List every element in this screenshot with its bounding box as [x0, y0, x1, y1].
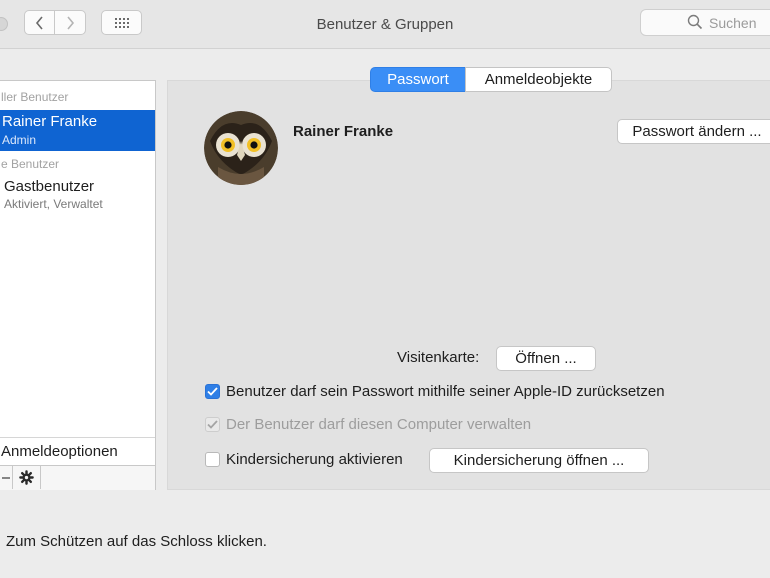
user-item-guest[interactable]: Gastbenutzer Aktiviert, Verwaltet — [0, 175, 155, 213]
login-options-label: Anmeldeoptionen — [1, 443, 118, 460]
open-contact-card-button[interactable]: Öffnen ... — [496, 346, 596, 371]
user-name: Rainer Franke — [2, 113, 98, 130]
parental-controls-label: Kindersicherung aktivieren — [226, 451, 403, 468]
tab-anmeldeobjekte[interactable]: Anmeldeobjekte — [465, 67, 612, 92]
search-icon — [687, 14, 703, 30]
user-avatar[interactable] — [204, 111, 278, 185]
contact-card-label: Visitenkarte: — [397, 349, 480, 366]
owl-avatar-image — [204, 111, 278, 185]
parental-controls-checkbox[interactable] — [205, 452, 220, 467]
user-name-heading: Rainer Franke — [293, 123, 394, 140]
admin-checkbox[interactable] — [205, 417, 220, 432]
user-item-rainer-franke[interactable]: Rainer Franke Admin — [0, 110, 155, 151]
search-placeholder: Suchen — [709, 15, 757, 31]
gear-icon — [19, 470, 34, 485]
group-header-current: ller Benutzer — [1, 90, 69, 104]
group-header-other: e Benutzer — [1, 157, 60, 171]
remove-user-button[interactable] — [0, 466, 13, 489]
login-options-item[interactable]: Anmeldeoptionen — [0, 437, 155, 468]
reset-password-checkbox[interactable] — [205, 384, 220, 399]
tab-passwort[interactable]: Passwort — [370, 67, 466, 92]
checkmark-icon — [207, 387, 218, 396]
action-menu-button[interactable] — [13, 466, 41, 489]
user-role: Admin — [2, 133, 37, 147]
lock-hint-text: Zum Schützen auf das Schloss klicken. — [6, 533, 267, 550]
guest-status: Aktiviert, Verwaltet — [4, 197, 103, 211]
change-password-button[interactable]: Passwort ändern ... — [617, 119, 770, 144]
reset-password-label: Benutzer darf sein Passwort mithilfe sei… — [226, 383, 665, 400]
search-field[interactable]: Suchen — [640, 9, 770, 36]
minus-icon — [1, 476, 10, 479]
toolbar: Benutzer & Gruppen Suchen — [0, 0, 770, 49]
open-parental-controls-button[interactable]: Kindersicherung öffnen ... — [429, 448, 649, 473]
user-list-sidebar: ller Benutzer Rainer Franke Admin e Benu… — [0, 80, 156, 490]
guest-name: Gastbenutzer — [4, 178, 95, 195]
checkmark-icon — [207, 420, 218, 429]
admin-label: Der Benutzer darf diesen Computer verwal… — [226, 416, 532, 433]
sidebar-action-bar — [0, 465, 155, 490]
